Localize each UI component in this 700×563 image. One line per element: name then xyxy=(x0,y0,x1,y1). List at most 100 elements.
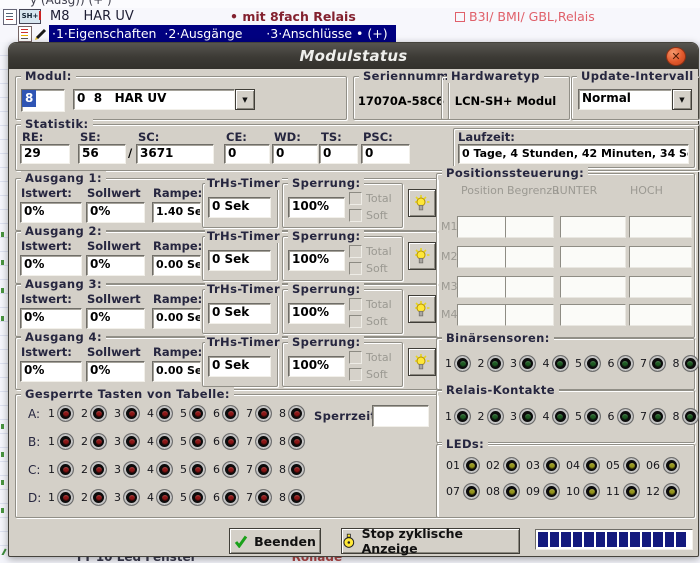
total-checkbox xyxy=(349,245,362,258)
lamp-button[interactable] xyxy=(408,242,436,270)
modulstatus-dialog: Modulstatus ✕ Modul: 8 0 8 HAR UV ▼ Seri… xyxy=(8,42,699,557)
runter-field xyxy=(560,276,626,298)
led-indicator: 2 xyxy=(81,489,107,506)
lamp-icon xyxy=(414,354,430,370)
chevron-down-icon[interactable]: ▼ xyxy=(235,89,255,110)
progress-segment xyxy=(642,532,652,547)
stat-label-wd: WD: xyxy=(274,130,301,144)
progress-segment xyxy=(630,532,640,547)
progress-segment xyxy=(607,532,617,547)
stat-value-re: 29 xyxy=(20,144,70,164)
led-lamp-icon xyxy=(617,408,634,425)
led-lamp-icon xyxy=(90,461,107,478)
modul-number-input[interactable]: 8 xyxy=(21,89,65,112)
update-intervall-combobox[interactable]: Normal ▼ xyxy=(578,89,692,110)
sollwert-value: 0% xyxy=(86,255,145,276)
led-lamp-icon xyxy=(222,433,239,450)
led-lamp-icon xyxy=(189,433,206,450)
stop-button[interactable]: Stop zyklische Anzeige xyxy=(341,528,520,554)
soft-checkbox xyxy=(349,368,362,381)
beenden-button[interactable]: Beenden xyxy=(229,528,321,554)
binaersensoren-leds: 12345678 xyxy=(445,355,700,372)
laufzeit-box: Laufzeit: 0 Tage, 4 Stunden, 42 Minuten,… xyxy=(453,128,695,168)
chevron-down-icon[interactable]: ▼ xyxy=(672,89,692,110)
rampe-value: 0.00 Sek xyxy=(152,308,201,329)
led-lamp-icon xyxy=(682,408,699,425)
led-row-a: 12345678 xyxy=(48,405,312,422)
hoch-field xyxy=(629,246,692,268)
module-tree-row[interactable]: SH+ M8 HAR UV • mit 8fach Relais B3I/ BM… xyxy=(0,8,700,26)
progress-segment xyxy=(665,532,675,547)
group-title-binaersensoren: Binärsensoren: xyxy=(442,331,554,345)
led-indicator: 2 xyxy=(478,355,504,372)
led-indicator: 3 xyxy=(114,461,140,478)
led-indicator: 2 xyxy=(81,461,107,478)
total-checkbox xyxy=(349,298,362,311)
close-icon[interactable]: ✕ xyxy=(666,47,686,66)
led-lamp-icon xyxy=(57,489,74,506)
led-indicator: 3 xyxy=(114,405,140,422)
led-indicator: 12 xyxy=(645,483,685,500)
group-title-update-intervall: Update-Intervall xyxy=(577,69,698,83)
istwert-value: 0% xyxy=(20,308,82,329)
led-lamp-icon xyxy=(454,408,471,425)
lamp-icon xyxy=(414,248,430,264)
hoch-field xyxy=(629,216,692,238)
led-lamp-icon xyxy=(57,405,74,422)
lamp-button[interactable] xyxy=(408,295,436,323)
lamp-button[interactable] xyxy=(408,348,436,376)
group-title-modul: Modul: xyxy=(21,69,76,83)
laufzeit-label: Laufzeit: xyxy=(458,130,515,144)
led-indicator: 6 xyxy=(213,461,239,478)
led-lamp-icon xyxy=(255,461,272,478)
begrenzung-field xyxy=(505,304,554,326)
sperrung-value: 100% xyxy=(288,303,345,324)
lamp-button[interactable] xyxy=(408,189,436,217)
led-lamp-icon xyxy=(583,483,600,500)
trhs-box: TrHs-Timer 0 Sek xyxy=(202,342,278,387)
trhs-value: 0 Sek xyxy=(208,303,271,324)
led-indicator: 4 xyxy=(543,408,569,425)
led-lamp-icon xyxy=(156,461,173,478)
led-lamp-icon xyxy=(519,408,536,425)
group-update-intervall: Update-Intervall Normal ▼ xyxy=(571,76,700,120)
check-icon xyxy=(234,535,248,548)
istwert-value: 0% xyxy=(20,361,82,382)
sollwert-value: 0% xyxy=(86,308,145,329)
led-indicator: 7 xyxy=(640,408,666,425)
sperrung-box: Sperrung: 100% Total Soft xyxy=(282,289,403,334)
stat-value-ts: 0 xyxy=(319,144,358,164)
led-indicator: 6 xyxy=(608,408,634,425)
sperrzeit-input[interactable] xyxy=(372,405,429,427)
progress-segment xyxy=(538,532,548,547)
led-lamp-icon xyxy=(123,433,140,450)
led-indicator: 6 xyxy=(213,489,239,506)
led-lamp-icon xyxy=(222,461,239,478)
modul-combobox[interactable]: 0 8 HAR UV ▼ xyxy=(73,89,255,110)
led-lamp-icon xyxy=(649,355,666,372)
rampe-value: 1.40 Sek xyxy=(152,202,201,223)
dialog-titlebar[interactable]: Modulstatus ✕ xyxy=(9,43,698,69)
stat-value-psc: 0 xyxy=(361,144,410,164)
led-lamp-icon xyxy=(222,405,239,422)
progress-segment xyxy=(653,532,663,547)
led-indicator: 2 xyxy=(478,408,504,425)
group-title-ausgang-1: Ausgang 1: xyxy=(21,171,106,185)
screen: y (Ausg)) (+ ) SH+ M8 HAR UV • mit 8fach… xyxy=(0,0,700,563)
led-indicator: 2 xyxy=(81,433,107,450)
rampe-value: 0.00 Sek xyxy=(152,361,201,382)
dialog-body: Modul: 8 0 8 HAR UV ▼ Seriennummer: 1707… xyxy=(9,69,698,556)
stat-label-re: RE: xyxy=(22,130,43,144)
position-field xyxy=(457,246,506,268)
selected-subtabs[interactable]: ·1·Eigenschaften ·2·Ausgänge ·3·Anschlüs… xyxy=(49,25,396,43)
pen-icon xyxy=(34,26,49,41)
led-indicator: 3 xyxy=(510,408,536,425)
runter-field xyxy=(560,246,626,268)
runter-field xyxy=(560,304,626,326)
led-lamp-icon xyxy=(90,405,107,422)
led-indicator: 5 xyxy=(575,408,601,425)
led-lamp-icon xyxy=(503,457,520,474)
led-indicator: 6 xyxy=(213,433,239,450)
sperrung-value: 100% xyxy=(288,356,345,377)
led-lamp-icon xyxy=(682,355,699,372)
